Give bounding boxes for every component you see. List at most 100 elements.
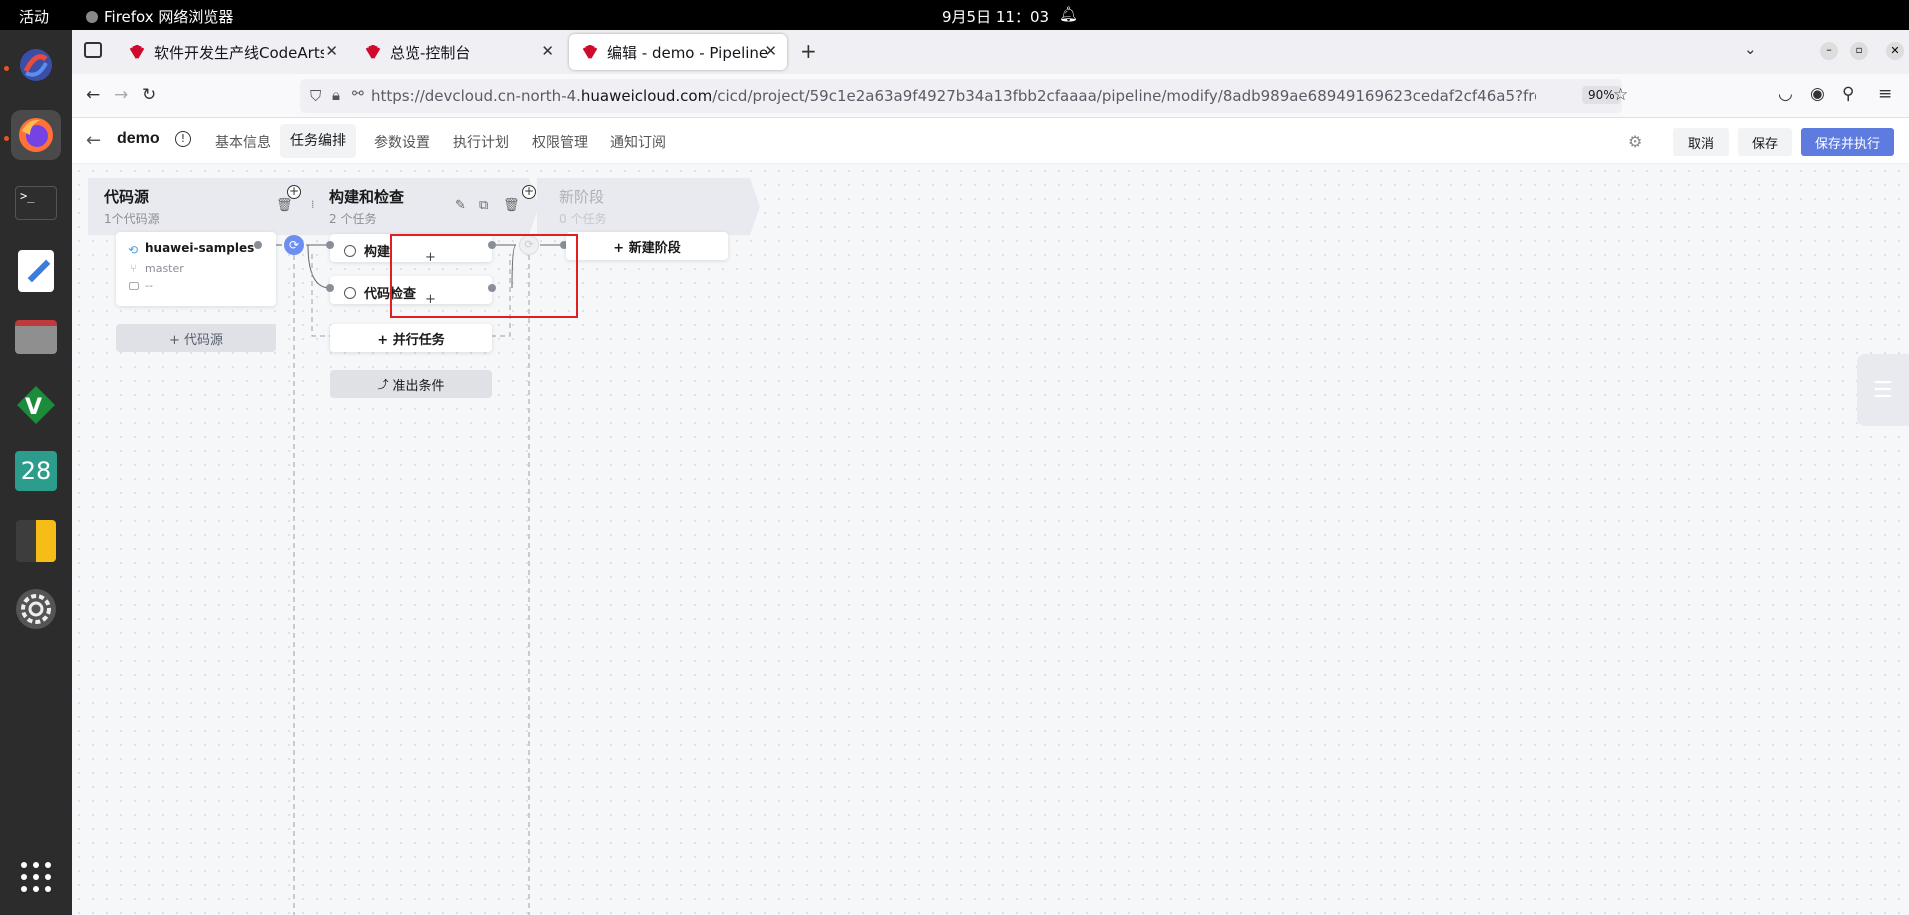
tab-strip: 软件开发生产线CodeArts ✕ 总览-控制台 ✕ 编辑 - demo - P… [72,30,1909,74]
delete-icon[interactable]: 🗑︎ [503,198,520,213]
files-icon[interactable] [11,312,61,362]
huawei-logo-icon [365,45,381,59]
tab-parameters[interactable]: 参数设置 [374,132,430,152]
codearts-app-icon[interactable] [11,40,61,90]
vim-icon[interactable]: V [11,380,61,430]
activities-button[interactable]: 活动 [19,6,49,27]
close-tab-icon[interactable]: ✕ [325,42,338,60]
back-icon[interactable]: ← [86,85,100,105]
stage-title: 构建和检查 [329,188,405,206]
url-text[interactable]: https://devcloud.cn-north-4.huaweicloud.… [371,87,1536,105]
new-stage-button[interactable]: + 新建阶段 [566,232,728,260]
extensions-icon[interactable]: ⚲ [1842,84,1854,104]
url-host: huaweicloud.com [580,87,713,105]
app-name: Firefox 网络浏览器 [104,8,234,26]
stage-header-new[interactable]: 新阶段 0 个任务 [537,178,760,235]
list-icon: ☰ [1873,377,1893,403]
tab-label: 总览-控制台 [390,43,471,62]
drag-handle-icon[interactable]: ⁞ [311,198,315,211]
new-tab-icon[interactable]: + [800,39,817,63]
stage-title: 代码源 [104,188,150,206]
navigation-bar: ← → ↻ ⛉ 🔒︎ ⚯ https://devcloud.cn-north-4… [72,74,1909,118]
shield-icon[interactable]: ⛉ [310,87,321,105]
permissions-icon[interactable]: ⚯ [352,86,364,102]
url-prefix: https://devcloud.cn-north-4. [371,87,581,105]
tab-label: 软件开发生产线CodeArts [154,43,324,62]
terminal-icon[interactable]: >_ [11,178,61,228]
pipeline-canvas: 代码源 1个代码源 🗑︎ + ⁞ 构建和检查 2 个任务 ✎ ⧉ 🗑︎ + 新阶… [72,164,1909,915]
close-tab-icon[interactable]: ✕ [541,42,554,60]
tab-permissions[interactable]: 权限管理 [532,132,588,152]
pipeline-header: ← demo ! 基本信息 任务编排 参数设置 执行计划 权限管理 通知订阅 ⚙… [72,118,1909,164]
reload-icon[interactable]: ↻ [142,85,156,105]
dock: >_ V 28 [0,30,72,915]
add-stage-icon[interactable]: + [522,185,536,199]
connector-node [326,284,334,292]
side-panel-toggle[interactable]: ☰ [1857,354,1909,426]
exit-condition-button[interactable]: ⤴ 准出条件 [330,370,492,398]
save-and-run-button[interactable]: 保存并执行 [1801,128,1894,156]
browser-window: 软件开发生产线CodeArts ✕ 总览-控制台 ✕ 编辑 - demo - P… [72,30,1909,915]
back-arrow-icon[interactable]: ← [86,130,101,151]
delete-icon[interactable]: 🗑︎ [276,198,293,213]
build-job-icon [344,245,356,257]
job-label: 构建 [364,245,391,260]
lock-icon[interactable]: 🔒︎ [332,86,340,104]
firefox-icon[interactable] [11,110,61,160]
exit-condition-label: 准出条件 [392,378,445,394]
url-bar[interactable]: ⛉ 🔒︎ ⚯ https://devcloud.cn-north-4.huawe… [300,79,1628,113]
maximize-icon[interactable]: ▫ [1850,42,1868,60]
save-button[interactable]: 保存 [1738,128,1792,156]
tab-pipeline[interactable]: 编辑 - demo - Pipeline ✕ [569,34,787,70]
copy-icon[interactable]: ⧉ [479,198,488,213]
tab-overview-icon[interactable] [84,42,102,58]
tab-console[interactable]: 总览-控制台 ✕ [352,34,564,70]
clock[interactable]: 9月5日 11：03 [942,6,1049,27]
add-stage-icon[interactable]: + [287,185,301,199]
account-icon[interactable]: ◉ [1810,84,1825,104]
tab-basic-info[interactable]: 基本信息 [215,132,271,152]
close-window-icon[interactable]: ✕ [1886,42,1904,60]
bookmark-star-icon[interactable]: ☆ [1613,85,1628,105]
edit-icon[interactable]: ✎ [455,198,466,213]
minimize-icon[interactable]: – [1820,42,1838,60]
forward-icon[interactable]: → [114,85,128,105]
app-menu[interactable]: Firefox 网络浏览器 [86,6,233,27]
calendar-icon[interactable]: 28 [11,446,61,496]
cancel-button[interactable]: 取消 [1673,128,1729,156]
tab-task-orchestration[interactable]: 任务编排 [280,124,356,158]
text-editor-icon[interactable] [11,246,61,296]
close-tab-icon[interactable]: ✕ [764,42,777,60]
gear-icon[interactable]: ⚙ [1628,132,1642,151]
code-check-icon [344,287,356,299]
running-indicator [4,66,9,71]
trigger-icon[interactable]: ⟳ [284,235,304,255]
pocket-icon[interactable]: ◡ [1778,84,1793,104]
firefox-small-icon [86,10,98,23]
show-apps-icon[interactable] [11,852,61,902]
tab-codearts[interactable]: 软件开发生产线CodeArts ✕ [116,34,348,70]
connector-node [254,241,262,249]
branch-name: master [145,262,184,275]
add-source-button[interactable]: + 代码源 [116,324,276,352]
project-name: demo [117,130,160,147]
settings-icon[interactable] [11,584,61,634]
tab-label: 编辑 - demo - Pipeline [607,43,769,62]
info-icon[interactable]: ! [175,131,191,147]
tab-schedule[interactable]: 执行计划 [453,132,509,152]
source-card[interactable]: ⟲ huawei-samples ⑂ master -- [116,232,276,306]
stage-title: 新阶段 [559,188,605,206]
add-parallel-task-button[interactable]: + 并行任务 [330,324,492,352]
system-top-bar: 活动 Firefox 网络浏览器 9月5日 11：03 🔔︎ [0,0,1909,30]
menu-icon[interactable]: ≡ [1878,84,1892,104]
tab-notifications[interactable]: 通知订阅 [610,132,666,152]
exit-condition-icon: ⤴ [377,378,389,391]
list-tabs-icon[interactable]: ⌄ [1744,40,1757,58]
calculator-icon[interactable] [11,516,61,566]
stage-header-build[interactable]: ⁞ 构建和检查 2 个任务 ✎ ⧉ 🗑︎ [307,178,539,235]
huawei-logo-icon [582,45,598,59]
connector-node [326,241,334,249]
repo-name: huawei-samples [145,241,255,255]
calendar-day: 28 [15,451,57,491]
running-indicator [4,136,9,141]
